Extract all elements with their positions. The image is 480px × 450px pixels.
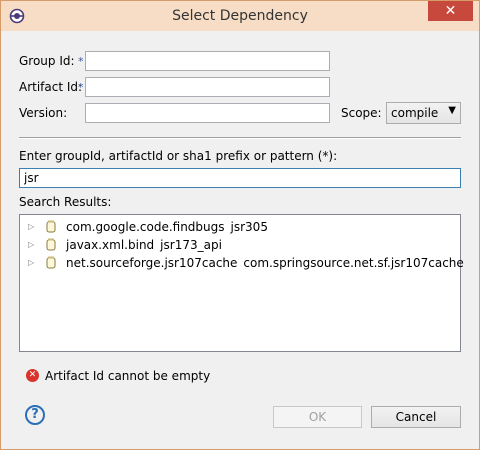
search-prompt-label: Enter groupId, artifactId or sha1 prefix… [19, 149, 338, 163]
dialog-window: Select Dependency ✕ Group Id: * Artifact… [0, 0, 480, 450]
close-button[interactable]: ✕ [428, 1, 473, 21]
close-icon: ✕ [444, 3, 457, 19]
title-bar: Select Dependency ✕ [1, 1, 479, 31]
required-marker: * [78, 81, 84, 94]
search-input[interactable] [19, 168, 461, 188]
jar-icon [46, 256, 56, 269]
error-message: Artifact Id cannot be empty [45, 369, 211, 383]
expand-arrow-icon[interactable]: ▷ [28, 218, 34, 236]
help-icon[interactable]: ? [25, 405, 45, 425]
cancel-button[interactable]: Cancel [371, 406, 461, 428]
jar-icon [46, 238, 56, 251]
artifact-id-input[interactable] [85, 77, 330, 97]
expand-arrow-icon[interactable]: ▷ [28, 254, 34, 272]
group-id-label: Group Id: [19, 54, 75, 68]
result-text: com.google.code.findbugs jsr305 [66, 220, 268, 234]
scope-label: Scope: [341, 106, 382, 120]
result-text: net.sourceforge.jsr107cache com.springsou… [66, 256, 464, 270]
error-icon: ✕ [26, 369, 39, 382]
version-label: Version: [19, 106, 68, 120]
search-results-tree[interactable]: ▷ com.google.code.findbugs jsr305 ▷ javax… [19, 214, 464, 352]
result-text: javax.xml.bind jsr173_api [66, 238, 222, 252]
version-input[interactable] [85, 103, 330, 123]
group-id-input[interactable] [85, 51, 330, 71]
chevron-down-icon: ▼ [448, 105, 456, 116]
required-marker: * [78, 55, 84, 68]
window-title: Select Dependency [172, 8, 308, 24]
scope-select[interactable]: compile ▼ [386, 102, 461, 124]
jar-icon [46, 220, 56, 233]
artifact-id-label: Artifact Id: [19, 80, 83, 94]
separator [19, 137, 461, 139]
ok-button[interactable]: OK [273, 406, 362, 428]
scope-value: compile [391, 106, 439, 120]
search-results-label: Search Results: [19, 195, 112, 209]
expand-arrow-icon[interactable]: ▷ [28, 236, 34, 254]
